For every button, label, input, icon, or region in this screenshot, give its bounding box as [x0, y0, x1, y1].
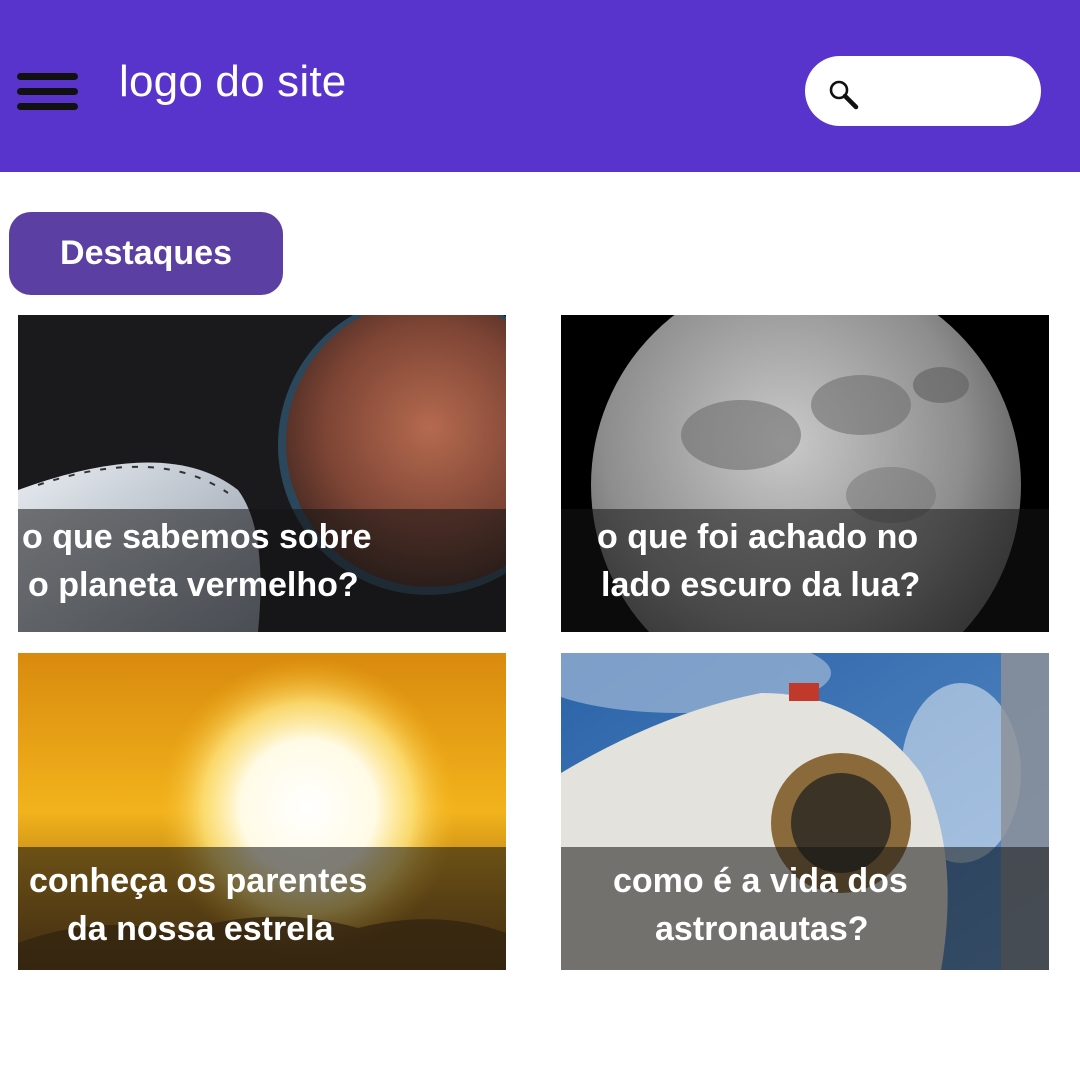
search-icon[interactable]: [827, 78, 859, 110]
card-caption: conheça os parentes da nossa estrela: [18, 847, 506, 970]
article-card-mars[interactable]: o que sabemos sobre o planeta vermelho?: [18, 315, 506, 632]
search-input[interactable]: [867, 71, 1021, 113]
search-box[interactable]: [805, 56, 1041, 126]
section-tab-destaques[interactable]: Destaques: [9, 212, 283, 295]
article-card-sun[interactable]: conheça os parentes da nossa estrela: [18, 653, 506, 970]
caption-line-1: o que sabemos sobre: [22, 518, 372, 556]
article-card-astronaut[interactable]: como é a vida dos astronautas?: [561, 653, 1049, 970]
caption-line-1: como é a vida dos: [613, 862, 908, 900]
card-caption: o que sabemos sobre o planeta vermelho?: [18, 509, 506, 632]
site-logo[interactable]: logo do site: [119, 52, 346, 112]
site-header: logo do site: [0, 0, 1080, 172]
card-caption: como é a vida dos astronautas?: [561, 847, 1049, 970]
hamburger-menu-icon[interactable]: [17, 73, 78, 111]
card-caption: o que foi achado no lado escuro da lua?: [561, 509, 1049, 632]
caption-line-1: conheça os parentes: [29, 862, 368, 900]
caption-line-2: da nossa estrela: [67, 910, 334, 948]
caption-line-2: lado escuro da lua?: [601, 566, 921, 604]
article-card-moon[interactable]: o que foi achado no lado escuro da lua?: [561, 315, 1049, 632]
caption-line-1: o que foi achado no: [597, 518, 919, 556]
caption-line-2: o planeta vermelho?: [28, 566, 359, 604]
section-label: Destaques: [60, 234, 232, 272]
caption-line-2: astronautas?: [655, 910, 869, 948]
